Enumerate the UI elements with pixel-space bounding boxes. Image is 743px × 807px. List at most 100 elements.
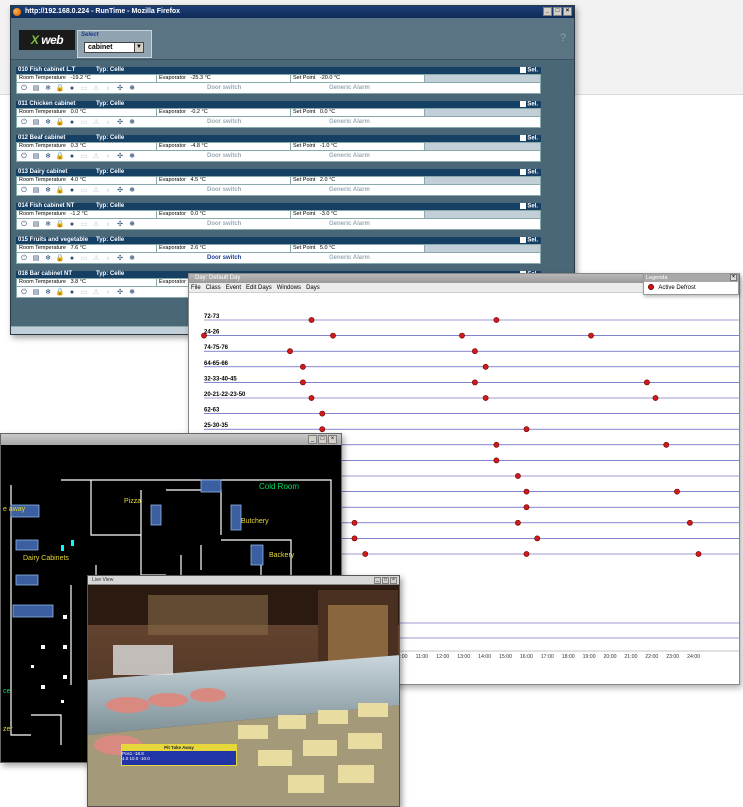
plan-minimize-icon[interactable]: _ [308, 435, 317, 444]
defrost-icon[interactable]: ❄ [43, 288, 53, 297]
defrost-event-point[interactable] [351, 535, 358, 542]
light-icon[interactable]: ● [67, 186, 77, 195]
help-icon[interactable]: ? [560, 32, 566, 44]
cabinet-select[interactable]: cabinet ▼ [84, 42, 144, 53]
minimize-icon[interactable]: _ [543, 7, 552, 16]
defrost-event-point[interactable] [493, 441, 500, 448]
power-icon[interactable]: ⏻ [19, 288, 29, 297]
defrost-event-point[interactable] [514, 519, 521, 526]
close-icon[interactable]: × [563, 7, 572, 16]
defrost-event-point[interactable] [523, 504, 530, 511]
lock-icon[interactable]: 🔒 [55, 118, 65, 127]
cam-close-icon[interactable]: × [390, 577, 397, 584]
light-icon[interactable]: ● [67, 152, 77, 161]
cabinet-select-checkbox[interactable]: Sel. [520, 169, 538, 177]
light-icon[interactable]: ● [67, 220, 77, 229]
lock-icon[interactable]: 🔒 [55, 152, 65, 161]
defrost-event-point[interactable] [308, 317, 315, 323]
defrost-event-point[interactable] [695, 551, 702, 557]
defrost-event-point[interactable] [471, 348, 478, 355]
power-icon[interactable]: ⏻ [19, 152, 29, 161]
menu-event[interactable]: Event [226, 283, 241, 292]
display-icon[interactable]: ▤ [31, 186, 41, 195]
lock-icon[interactable]: 🔒 [55, 186, 65, 195]
menu-file[interactable]: File [191, 283, 201, 292]
light-icon[interactable]: ● [67, 118, 77, 127]
cam-maximize-icon[interactable]: □ [382, 577, 389, 584]
schedule-row-label: 64-65-66 [204, 361, 229, 367]
menu-windows[interactable]: Windows [277, 283, 301, 292]
cabinet-header: 011 Chicken cabinet Typ: Celle Sel. [16, 101, 541, 108]
legend-close-icon[interactable]: × [730, 274, 737, 281]
maximize-icon[interactable]: □ [553, 7, 562, 16]
defrost-event-point[interactable] [300, 363, 306, 370]
lock-icon[interactable]: 🔒 [55, 288, 65, 297]
defrost-event-point[interactable] [663, 441, 670, 448]
lock-icon[interactable]: 🔒 [55, 84, 65, 93]
cabinet-select-checkbox[interactable]: Sel. [520, 203, 538, 211]
light-icon[interactable]: ● [67, 84, 77, 93]
defrost-event-point[interactable] [643, 379, 650, 386]
chevron-down-icon[interactable]: ▼ [134, 43, 143, 52]
defrost-event-point[interactable] [287, 348, 293, 355]
defrost-event-point[interactable] [351, 519, 358, 526]
defrost-event-point[interactable] [459, 332, 465, 339]
defrost-icon[interactable]: ❄ [43, 220, 53, 229]
display-icon[interactable]: ▤ [31, 84, 41, 93]
power-icon[interactable]: ⏻ [19, 84, 29, 93]
menu-edit-days[interactable]: Edit Days [246, 283, 272, 292]
display-icon[interactable]: ▤ [31, 220, 41, 229]
defrost-event-point[interactable] [482, 363, 489, 370]
power-icon[interactable]: ⏻ [19, 220, 29, 229]
defrost-icon[interactable]: ❄ [43, 186, 53, 195]
cabinet-header: 014 Fish cabinet NT Typ: Celle Sel. [16, 203, 541, 210]
defrost-event-point[interactable] [523, 426, 530, 433]
cam-minimize-icon[interactable]: _ [374, 577, 381, 584]
defrost-event-point[interactable] [652, 395, 659, 401]
menu-days[interactable]: Days [306, 283, 320, 292]
defrost-event-point[interactable] [471, 379, 478, 386]
light-icon[interactable]: ● [67, 288, 77, 297]
defrost-event-point[interactable] [674, 488, 680, 495]
light-icon[interactable]: ● [67, 254, 77, 263]
defrost-icon[interactable]: ❄ [43, 84, 53, 93]
power-icon[interactable]: ⏻ [19, 186, 29, 195]
defrost-event-point[interactable] [588, 332, 594, 339]
defrost-event-point[interactable] [514, 473, 521, 479]
lock-icon[interactable]: 🔒 [55, 254, 65, 263]
cabinet-select-checkbox[interactable]: Sel. [520, 67, 538, 75]
defrost-event-point[interactable] [300, 379, 306, 386]
power-icon[interactable]: ⏻ [19, 254, 29, 263]
defrost-event-point[interactable] [686, 519, 693, 526]
defrost-event-point[interactable] [319, 410, 326, 417]
defrost-event-point[interactable] [493, 317, 500, 323]
display-icon[interactable]: ▤ [31, 254, 41, 263]
cabinet-select-checkbox[interactable]: Sel. [520, 237, 538, 245]
plan-maximize-icon[interactable]: □ [318, 435, 327, 444]
cabinet-select-checkbox[interactable]: Sel. [520, 101, 538, 109]
power-icon[interactable]: ⏻ [19, 118, 29, 127]
cabinet-select-checkbox[interactable]: Sel. [520, 135, 538, 143]
defrost-event-point[interactable] [523, 488, 530, 495]
lock-icon[interactable]: 🔒 [55, 220, 65, 229]
defrost-icon[interactable]: ❄ [43, 254, 53, 263]
defrost-event-point[interactable] [482, 395, 489, 401]
defrost-icon[interactable]: ❄ [43, 118, 53, 127]
defrost-event-point[interactable] [308, 395, 315, 401]
defrost-event-point[interactable] [330, 332, 336, 339]
defrost-event-point[interactable] [493, 457, 500, 464]
display-icon[interactable]: ▤ [31, 288, 41, 297]
pizza-label: Pizza [124, 498, 142, 505]
defrost-event-point[interactable] [201, 332, 207, 339]
camera-menu[interactable]: Live View [92, 576, 113, 585]
defrost-icon[interactable]: ❄ [43, 152, 53, 161]
plan-close-icon[interactable]: × [328, 435, 337, 444]
menu-class[interactable]: Class [206, 283, 221, 292]
set-point-value: -3.0 °C [319, 211, 338, 217]
display-icon[interactable]: ▤ [31, 152, 41, 161]
display-icon[interactable]: ▤ [31, 118, 41, 127]
defrost-event-point[interactable] [362, 551, 369, 557]
defrost-event-point[interactable] [534, 535, 541, 542]
defrost-event-point[interactable] [523, 551, 530, 557]
defrost-event-point[interactable] [319, 426, 326, 433]
